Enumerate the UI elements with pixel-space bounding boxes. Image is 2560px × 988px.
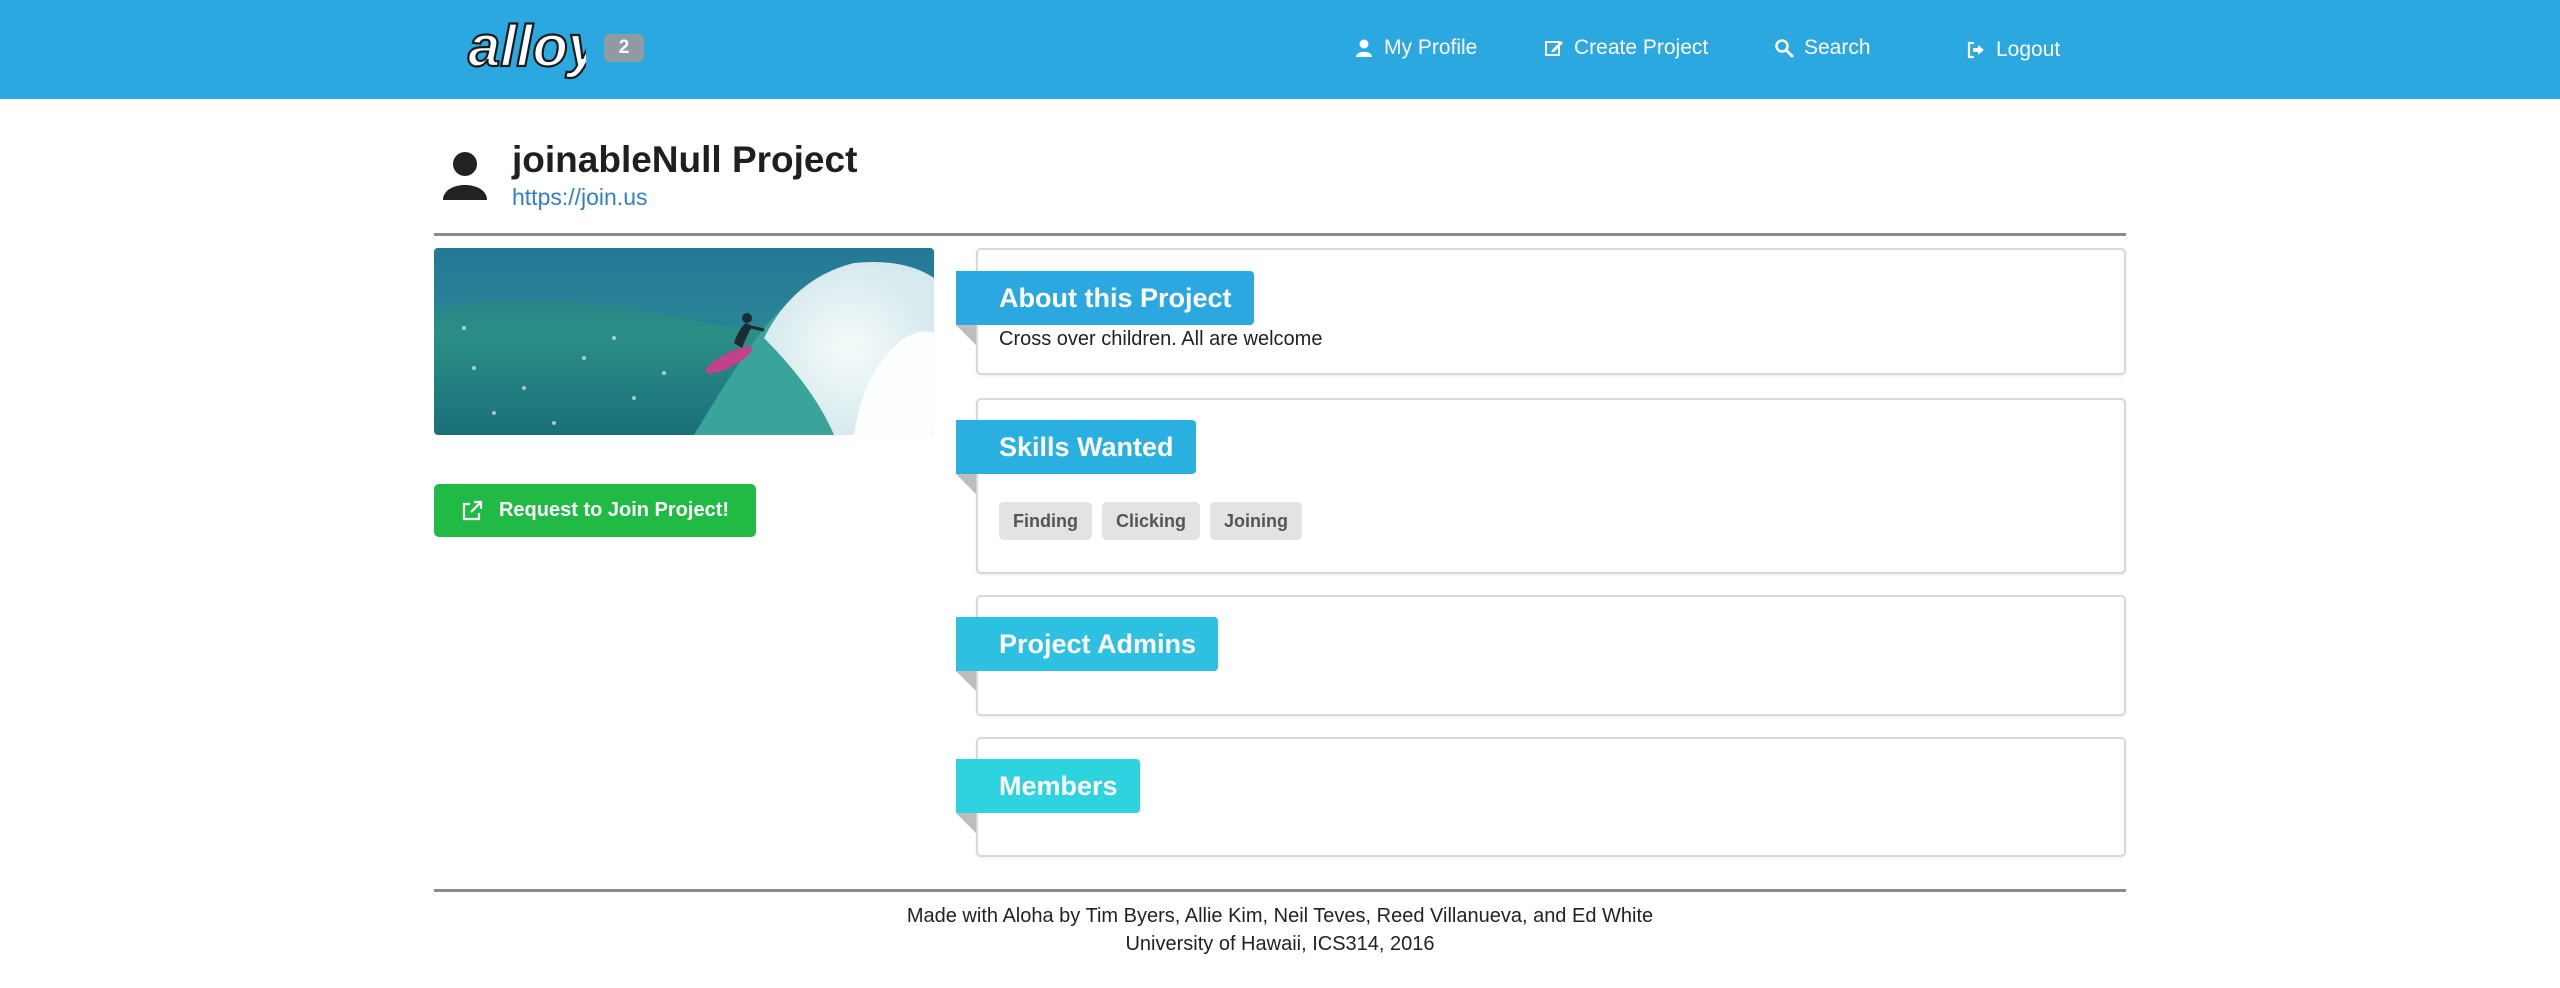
skill-tag[interactable]: Clicking [1102, 502, 1201, 540]
edit-icon [1545, 41, 1563, 56]
members-ribbon-fold [956, 813, 976, 833]
skill-tag[interactable]: Joining [1210, 502, 1302, 540]
about-ribbon-fold [956, 325, 976, 345]
about-description: Cross over children. All are welcome [999, 328, 1323, 350]
request-to-join-button[interactable]: Request to Join Project! [434, 484, 756, 537]
footer-credits: Made with Aloha by Tim Byers, Allie Kim,… [906, 905, 1654, 927]
nav-create-project-label: Create Project [1574, 36, 1709, 59]
search-icon [1775, 39, 1794, 58]
nav-search-label: Search [1804, 36, 1871, 59]
footer-affiliation: University of Hawaii, ICS314, 2016 [1125, 933, 1435, 955]
skills-heading: Skills Wanted [956, 420, 1196, 474]
nav-logout[interactable]: Logout [1966, 34, 2060, 66]
about-heading: About this Project [956, 271, 1254, 325]
project-user-icon [440, 150, 490, 202]
nav-search[interactable]: Search [1774, 32, 1871, 64]
svg-text:alloy: alloy [468, 14, 586, 79]
skills-ribbon-fold [956, 474, 976, 494]
top-navbar: alloy 2 My Profile Create Project Search… [0, 0, 2560, 99]
admins-heading: Project Admins [956, 617, 1219, 671]
alloy-logo[interactable]: alloy [464, 13, 604, 80]
header-divider [434, 233, 2126, 236]
footer-divider [434, 889, 2126, 892]
user-icon [1356, 39, 1372, 57]
members-heading: Members [956, 759, 1140, 813]
admins-ribbon-fold [956, 671, 976, 691]
request-to-join-label: Request to Join Project! [498, 499, 730, 521]
skill-tag[interactable]: Finding [999, 502, 1092, 540]
sign-out-icon [1967, 41, 1984, 59]
external-link-icon [462, 500, 483, 520]
nav-my-profile[interactable]: My Profile [1354, 32, 1477, 64]
project-image [434, 248, 934, 435]
nav-my-profile-label: My Profile [1384, 36, 1478, 59]
nav-logout-label: Logout [1996, 38, 2061, 61]
project-title: joinableNull Project [512, 139, 858, 180]
notification-badge[interactable]: 2 [604, 34, 644, 62]
members-card [976, 737, 2126, 857]
project-url-link[interactable]: https://join.us [512, 184, 648, 211]
nav-create-project[interactable]: Create Project [1544, 32, 1708, 64]
